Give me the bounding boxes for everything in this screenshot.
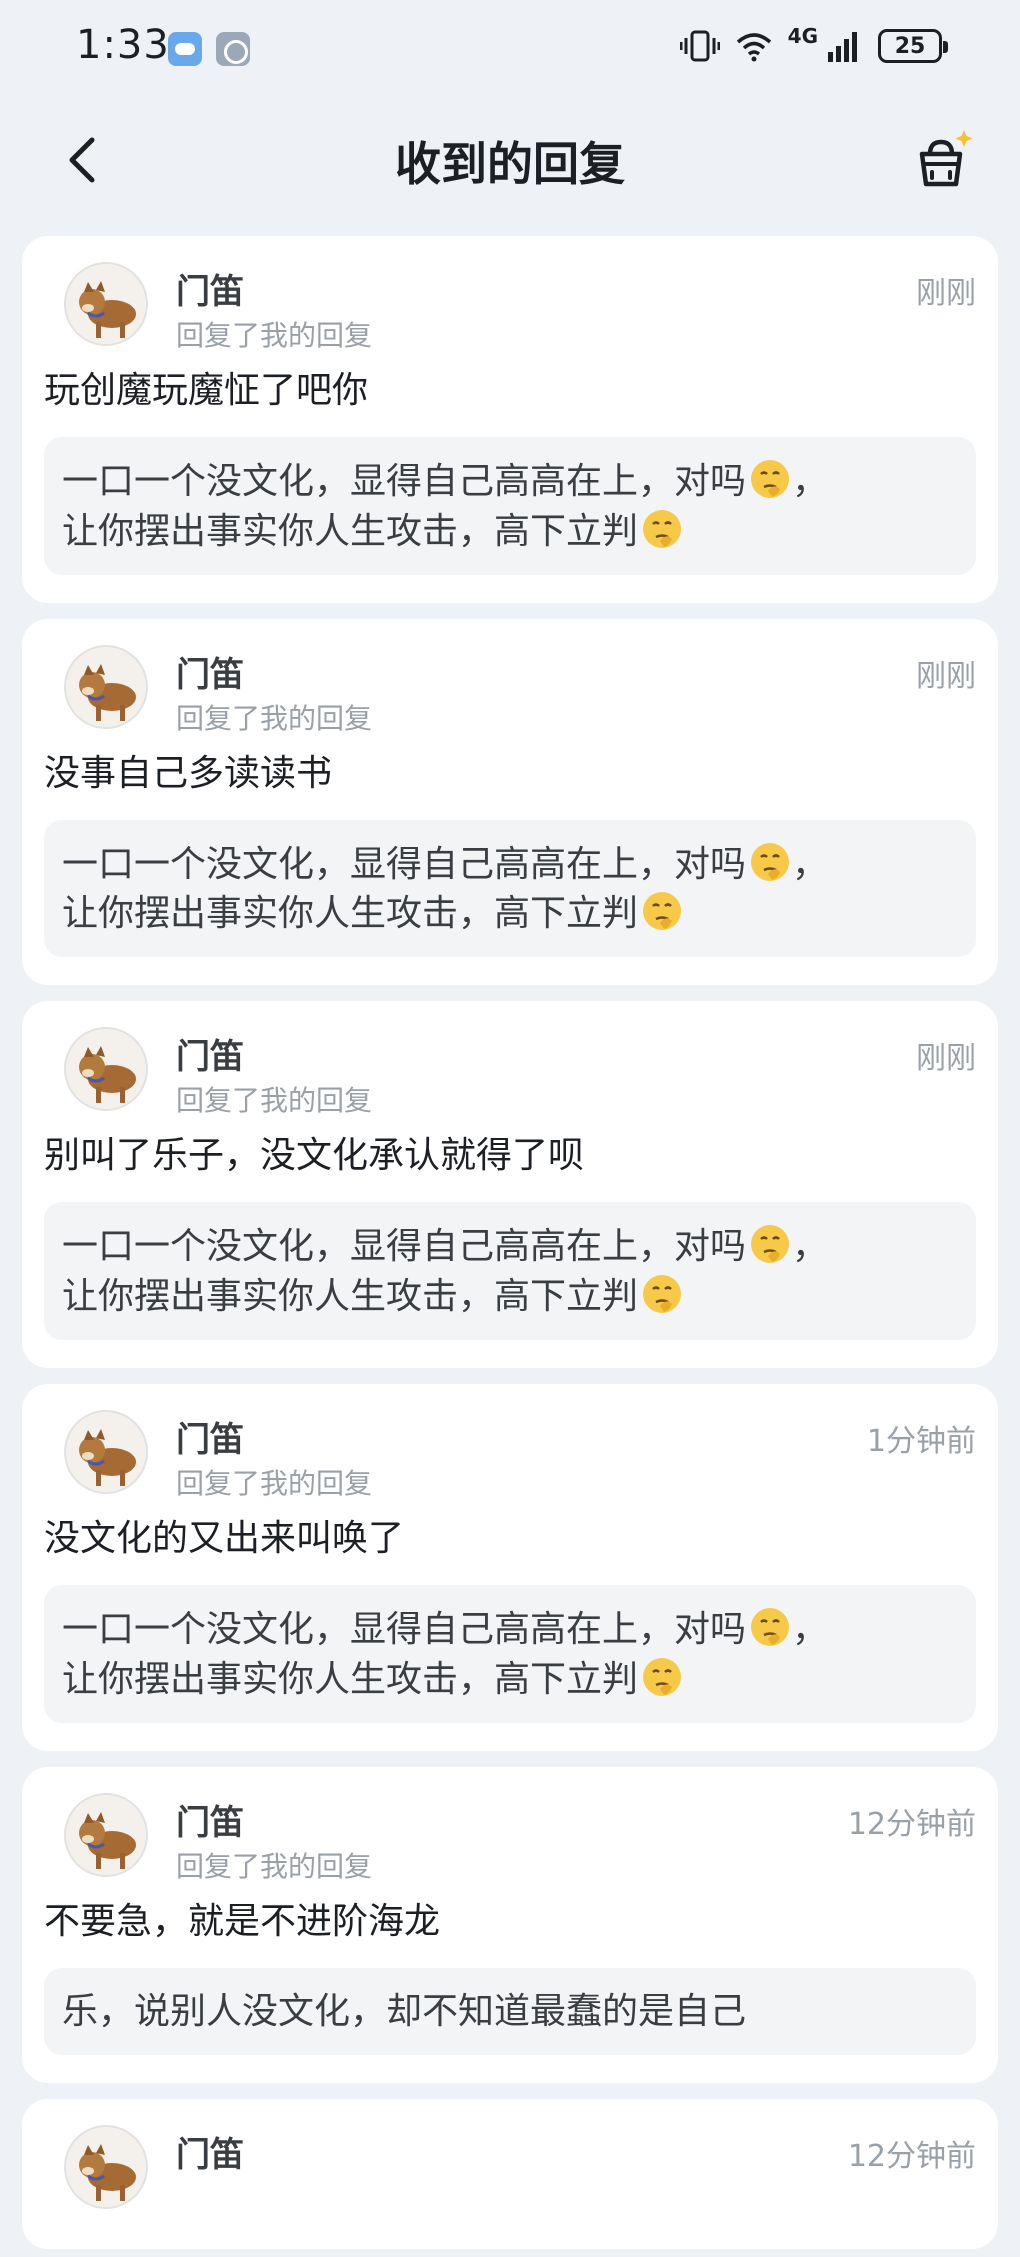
reply-text: 玩创魔玩魔怔了吧你 — [44, 370, 369, 411]
thinking-face-icon — [643, 1657, 682, 1696]
reply-meta: 回复了我的回复 — [176, 1849, 373, 1883]
timestamp: 12分钟前 — [847, 1806, 976, 1842]
reply-meta: 回复了我的回复 — [176, 319, 373, 352]
quote-line: 让你摆出事实你人生攻击，高下立判 — [62, 893, 639, 935]
app-header: 收到的回复 — [0, 110, 1020, 210]
thinking-face-icon — [751, 1607, 790, 1646]
reply-meta: 回复了我的回复 — [176, 1084, 373, 1118]
quote-line: 让你摆出事实你人生攻击，高下立判 — [62, 1658, 639, 1700]
reply-text: 不要急，就是不进阶海龙 — [44, 1900, 441, 1942]
status-bar: 1:33 4G 25 — [0, 0, 1020, 100]
reply-list: 门笛 回复了我的回复 刚刚 玩创魔玩魔怔了吧你 一口一个没文化，显得自己高高在上… — [22, 236, 998, 2257]
network-type-label: 4G — [787, 24, 818, 48]
reply-meta: 回复了我的回复 — [176, 701, 373, 735]
quote-line: 一口一个没文化，显得自己高高在上，对吗 — [62, 1608, 747, 1650]
quote-punctuation: ， — [792, 843, 829, 885]
thinking-face-icon — [643, 892, 682, 931]
timestamp: 刚刚 — [916, 1041, 976, 1077]
quote-line: 让你摆出事实你人生攻击，高下立判 — [62, 1276, 639, 1318]
quote-punctuation: ， — [792, 460, 829, 502]
thinking-face-icon — [643, 509, 682, 548]
user-name[interactable]: 门笛 — [176, 1795, 244, 1844]
quote-line: 一口一个没文化，显得自己高高在上，对吗 — [62, 843, 747, 885]
reply-text: 没事自己多读读书 — [44, 752, 333, 794]
battery-level: 25 — [894, 33, 926, 59]
signal-icon — [828, 32, 857, 62]
thinking-face-icon — [751, 842, 790, 881]
reply-meta: 回复了我的回复 — [176, 1467, 373, 1501]
quoted-reply[interactable]: 一口一个没文化，显得自己高高在上，对吗 ， 让你摆出事实你人生攻击，高下立判 — [44, 819, 976, 958]
avatar[interactable] — [64, 262, 148, 346]
battery-icon: 25 — [878, 29, 948, 63]
quote-line: 让你摆出事实你人生攻击，高下立判 — [62, 510, 639, 552]
reply-text: 别叫了乐子，没文化承认就得了呗 — [44, 1135, 585, 1177]
thinking-face-icon — [751, 1225, 790, 1264]
notification-app-icon — [216, 32, 250, 66]
user-name[interactable]: 门笛 — [176, 647, 244, 696]
timestamp: 12分钟前 — [847, 2138, 976, 2174]
avatar[interactable] — [64, 1027, 148, 1112]
basket-button[interactable] — [908, 126, 978, 196]
avatar[interactable] — [64, 1410, 148, 1495]
reply-card[interactable]: 门笛 回复了我的回复 刚刚 没事自己多读读书 一口一个没文化，显得自己高高在上，… — [22, 618, 998, 986]
reply-text: 没文化的又出来叫唤了 — [44, 1518, 405, 1560]
quoted-reply[interactable]: 一口一个没文化，显得自己高高在上，对吗 ， 让你摆出事实你人生攻击，高下立判 — [44, 1584, 976, 1723]
status-time: 1:33 — [76, 22, 170, 68]
quote-line: 一口一个没文化，显得自己高高在上，对吗 — [62, 1226, 747, 1268]
quoted-reply[interactable]: 一口一个没文化，显得自己高高在上，对吗 ， 让你摆出事实你人生攻击，高下立判 — [44, 1202, 976, 1341]
quoted-reply[interactable]: 一口一个没文化，显得自己高高在上，对吗 ， 让你摆出事实你人生攻击，高下立判 — [44, 436, 976, 575]
page-title: 收到的回复 — [395, 137, 625, 191]
timestamp: 1分钟前 — [866, 1424, 976, 1460]
user-name[interactable]: 门笛 — [176, 2127, 244, 2176]
thinking-face-icon — [751, 459, 790, 498]
avatar[interactable] — [64, 644, 148, 729]
basket-icon — [919, 130, 973, 187]
avatar[interactable] — [64, 1792, 148, 1877]
reply-card[interactable]: 门笛 回复了我的回复 12分钟前 不要急，就是不进阶海龙 乐，说别人没文化，却不… — [22, 1766, 998, 2083]
reply-card[interactable]: 门笛 回复了我的回复 刚刚 玩创魔玩魔怔了吧你 一口一个没文化，显得自己高高在上… — [22, 236, 998, 603]
quote-punctuation: ， — [792, 1608, 829, 1650]
reply-card[interactable]: 门笛 回复了我的回复 刚刚 别叫了乐子，没文化承认就得了呗 一口一个没文化，显得… — [22, 1001, 998, 1369]
user-name[interactable]: 门笛 — [176, 1412, 244, 1461]
reply-card[interactable]: 门笛 12分钟前 — [22, 2098, 998, 2249]
user-name[interactable]: 门笛 — [176, 264, 244, 313]
vibrate-icon — [679, 30, 720, 62]
wifi-icon — [736, 33, 771, 62]
quoted-reply[interactable]: 乐，说别人没文化，却不知道最蠢的是自己 — [44, 1967, 976, 2055]
timestamp: 刚刚 — [916, 658, 976, 694]
thinking-face-icon — [643, 1275, 682, 1314]
avatar[interactable] — [64, 2124, 148, 2209]
timestamp: 刚刚 — [916, 276, 976, 311]
weather-app-icon — [168, 32, 202, 66]
reply-card[interactable]: 门笛 回复了我的回复 1分钟前 没文化的又出来叫唤了 一口一个没文化，显得自己高… — [22, 1384, 998, 1751]
quote-punctuation: ， — [792, 1226, 829, 1268]
quote-line: 乐，说别人没文化，却不知道最蠢的是自己 — [62, 1990, 747, 2032]
quote-line: 一口一个没文化，显得自己高高在上，对吗 — [62, 460, 747, 502]
status-indicators: 4G 25 — [679, 24, 948, 66]
user-name[interactable]: 门笛 — [176, 1029, 244, 1078]
